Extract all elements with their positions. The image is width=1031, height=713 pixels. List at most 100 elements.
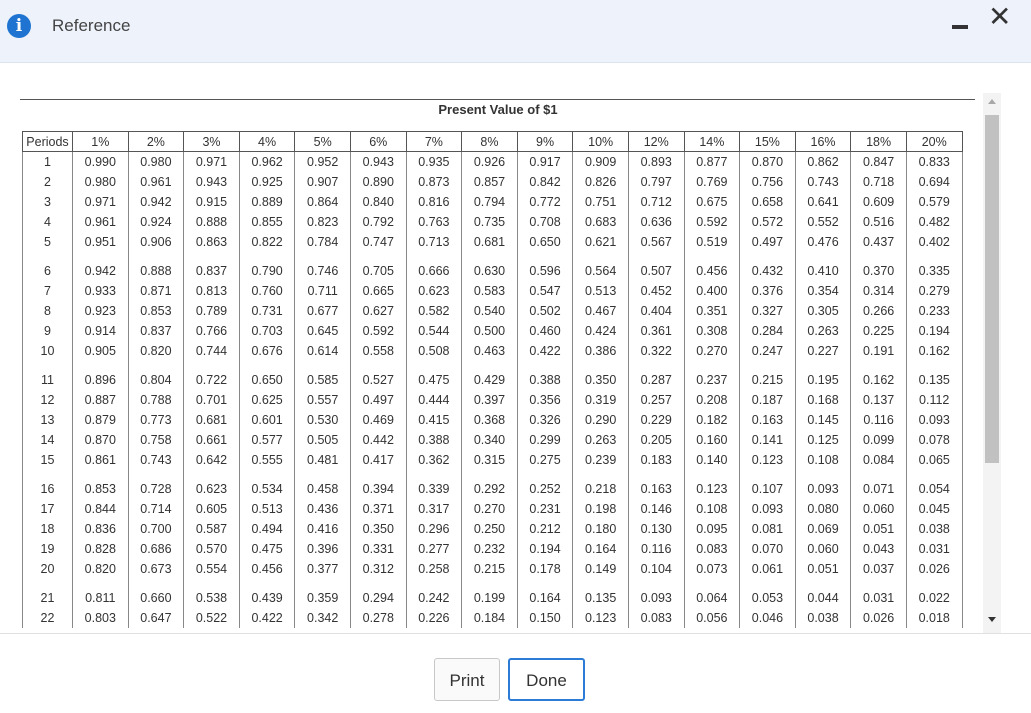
value-cell: 0.497	[739, 232, 796, 252]
value-cell: 0.700	[127, 519, 184, 539]
table-row: 3 0.971 0.942 0.915 0.889 0.864 0.840 0.816 0.79…	[22, 192, 963, 212]
value-cell: 0.163	[739, 410, 796, 430]
value-cell: 0.840	[349, 192, 407, 212]
spacer-cell	[238, 470, 295, 479]
spacer-cell	[405, 579, 462, 588]
value-cell: 0.861	[72, 450, 129, 470]
value-cell: 0.229	[627, 410, 685, 430]
value-cell: 0.284	[739, 321, 796, 341]
value-cell: 0.813	[183, 281, 240, 301]
value-cell: 0.481	[294, 450, 351, 470]
value-cell: 0.164	[572, 539, 629, 559]
value-cell: 0.442	[349, 430, 407, 450]
value-cell: 0.614	[294, 341, 351, 361]
value-cell: 0.811	[72, 588, 129, 608]
value-cell: 0.794	[461, 192, 518, 212]
value-cell: 0.162	[905, 341, 963, 361]
value-cell: 0.054	[905, 479, 963, 499]
spacer-cell	[349, 470, 407, 479]
minimize-icon[interactable]	[952, 25, 968, 29]
value-cell: 0.018	[905, 608, 963, 628]
value-cell: 0.359	[294, 588, 351, 608]
scroll-down-icon[interactable]	[988, 617, 996, 622]
value-cell: 0.233	[905, 301, 963, 321]
scrollbar-thumb[interactable]	[985, 115, 999, 463]
spacer-cell	[572, 470, 629, 479]
value-cell: 0.820	[127, 341, 184, 361]
value-cell: 0.627	[349, 301, 407, 321]
value-cell: 0.437	[850, 232, 907, 252]
spacer-cell	[294, 252, 351, 261]
value-cell: 0.544	[405, 321, 462, 341]
value-cell: 0.642	[183, 450, 240, 470]
value-cell: 0.718	[850, 172, 907, 192]
vertical-scrollbar[interactable]	[983, 93, 1001, 633]
value-cell: 0.371	[349, 499, 407, 519]
value-cell: 0.296	[405, 519, 462, 539]
value-cell: 0.368	[461, 410, 518, 430]
column-header-rate: 18%	[850, 131, 907, 152]
value-cell: 0.925	[238, 172, 295, 192]
value-cell: 0.315	[461, 450, 518, 470]
period-cell: 2	[22, 172, 73, 192]
spacer-cell	[627, 470, 685, 479]
value-cell: 0.191	[850, 341, 907, 361]
value-cell: 0.744	[183, 341, 240, 361]
value-cell: 0.890	[349, 172, 407, 192]
spacer-cell	[739, 252, 796, 261]
value-cell: 0.116	[627, 539, 685, 559]
value-cell: 0.275	[516, 450, 573, 470]
value-cell: 0.475	[238, 539, 295, 559]
spacer-cell	[349, 252, 407, 261]
value-cell: 0.823	[294, 212, 351, 232]
spacer-cell	[572, 361, 629, 370]
spacer-cell	[516, 470, 573, 479]
value-cell: 0.853	[72, 479, 129, 499]
value-cell: 0.906	[127, 232, 184, 252]
print-button[interactable]: Print	[434, 658, 500, 701]
value-cell: 0.456	[238, 559, 295, 579]
value-cell: 0.743	[127, 450, 184, 470]
value-cell: 0.317	[405, 499, 462, 519]
value-cell: 0.354	[794, 281, 851, 301]
spacer-cell	[72, 470, 129, 479]
value-cell: 0.887	[72, 390, 129, 410]
value-cell: 0.145	[794, 410, 851, 430]
table-title: Present Value of $1	[438, 102, 558, 117]
value-cell: 0.665	[349, 281, 407, 301]
value-cell: 0.141	[739, 430, 796, 450]
value-cell: 0.731	[238, 301, 295, 321]
value-cell: 0.714	[127, 499, 184, 519]
spacer-cell	[349, 361, 407, 370]
value-cell: 0.705	[349, 261, 407, 281]
value-cell: 0.924	[127, 212, 184, 232]
value-cell: 0.051	[794, 559, 851, 579]
done-button[interactable]: Done	[508, 658, 585, 701]
value-cell: 0.319	[572, 390, 629, 410]
value-cell: 0.661	[183, 430, 240, 450]
value-cell: 0.205	[627, 430, 685, 450]
spacer-cell	[22, 361, 73, 370]
value-cell: 0.942	[127, 192, 184, 212]
value-cell: 0.601	[238, 410, 295, 430]
value-cell: 0.863	[183, 232, 240, 252]
scroll-up-icon[interactable]	[988, 99, 996, 104]
spacer-cell	[794, 579, 851, 588]
value-cell: 0.195	[794, 370, 851, 390]
value-cell: 0.432	[739, 261, 796, 281]
spacer-cell	[572, 252, 629, 261]
table-row: 11 0.896 0.804 0.722 0.650 0.585 0.527 0.475 0.4…	[22, 370, 963, 390]
value-cell: 0.505	[294, 430, 351, 450]
value-cell: 0.069	[794, 519, 851, 539]
spacer-cell	[22, 252, 73, 261]
value-cell: 0.250	[461, 519, 518, 539]
value-cell: 0.326	[516, 410, 573, 430]
table-row: 13 0.879 0.773 0.681 0.601 0.530 0.469 0.415 0.3…	[22, 410, 963, 430]
table-row: 2 0.980 0.961 0.943 0.925 0.907 0.890 0.873 0.85…	[22, 172, 963, 192]
value-cell: 0.530	[294, 410, 351, 430]
spacer-cell	[794, 252, 851, 261]
value-cell: 0.194	[516, 539, 573, 559]
close-icon[interactable]: ✕	[988, 2, 1011, 32]
value-cell: 0.351	[683, 301, 740, 321]
value-cell: 0.226	[405, 608, 462, 628]
